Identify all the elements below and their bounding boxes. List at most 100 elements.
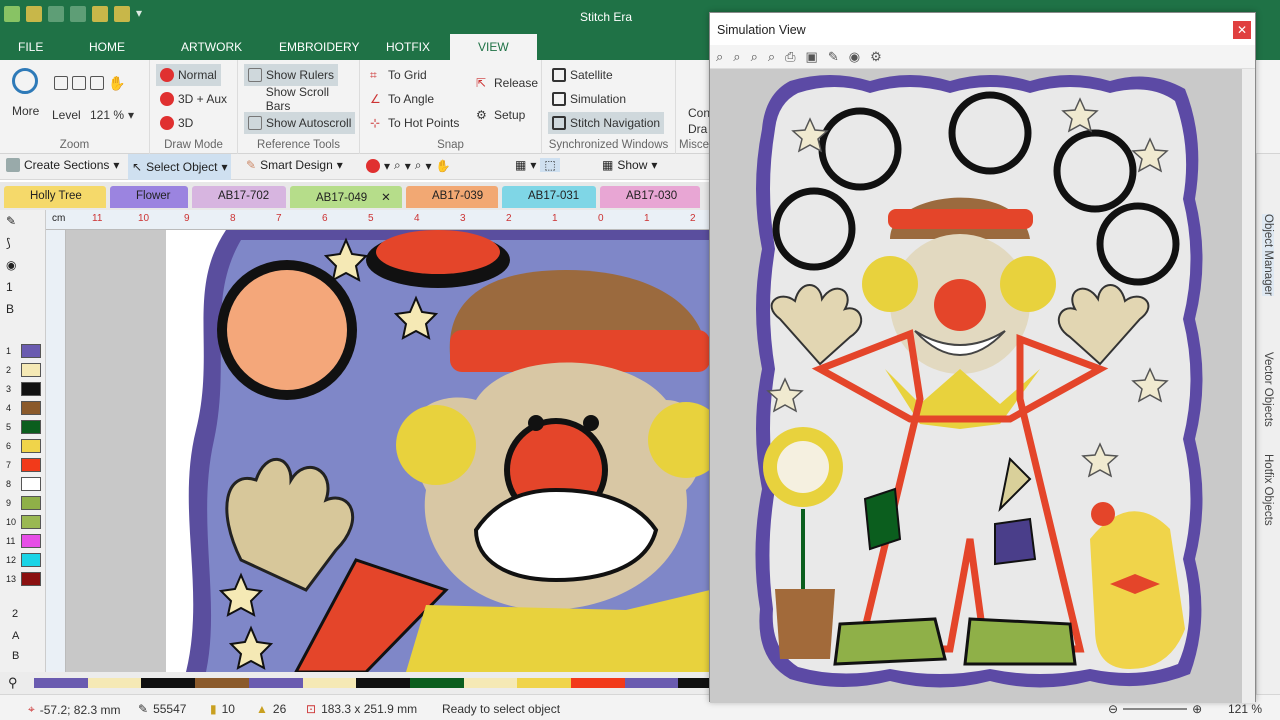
settings-icon[interactable]: ⚙ — [870, 49, 882, 65]
palette-color[interactable] — [21, 382, 41, 396]
zoom-slider-track[interactable] — [1123, 708, 1188, 710]
dropper-icon[interactable]: ⟆ — [6, 236, 11, 250]
print-icon[interactable]: ⎙ — [785, 49, 795, 65]
export-icon[interactable]: ▣ — [806, 49, 818, 65]
aux-mode-button[interactable]: 3D + Aux — [156, 88, 231, 110]
flash-icon[interactable] — [114, 6, 130, 22]
palette-swatch[interactable]: 13 — [6, 572, 41, 586]
show-button[interactable]: ▦ Show ▾ — [602, 158, 657, 172]
zoom-in-icon[interactable]: ⌕ — [716, 49, 723, 65]
simulation-scrollbar[interactable] — [1242, 69, 1255, 703]
person-icon[interactable]: ⚲ — [8, 675, 18, 691]
color-strip-segment[interactable] — [87, 678, 142, 688]
search-icon[interactable]: ⌕ — [394, 158, 401, 173]
smart-design-button[interactable]: ✎ Smart Design ▾ — [246, 158, 343, 172]
zoom-level-select[interactable]: 121 % ▾ — [86, 104, 138, 126]
simulation-canvas[interactable] — [710, 69, 1243, 703]
zoom-in-icon[interactable]: ⊕ — [1192, 702, 1202, 716]
document-tab[interactable]: Holly Tree — [4, 186, 106, 208]
layer-b-label[interactable]: B — [12, 650, 19, 662]
color-strip-segment[interactable] — [463, 678, 518, 688]
hand-icon[interactable]: ✋ — [108, 75, 125, 92]
vector-objects-tab[interactable]: Vector Objects — [1262, 352, 1274, 427]
frame-icon[interactable]: ⬚ — [540, 158, 560, 172]
palette-swatch[interactable]: 9 — [6, 496, 41, 510]
palette-color[interactable] — [21, 515, 41, 529]
grid-toggle-icons[interactable]: ▦ ▾ ⬚ — [515, 158, 560, 172]
tab-embroidery[interactable]: EMBROIDERY — [279, 40, 359, 54]
zoom-window-icon[interactable]: ⌕ — [415, 158, 422, 173]
zoom-window-icon[interactable]: ⌕ — [768, 49, 775, 65]
undo-icon[interactable] — [48, 6, 64, 22]
layer-a-label[interactable]: A — [12, 630, 19, 642]
pen-icon[interactable]: ✎ — [828, 49, 839, 65]
3d-mode-button[interactable]: 3D — [156, 112, 197, 134]
palette-color[interactable] — [21, 439, 41, 453]
palette-color[interactable] — [21, 496, 41, 510]
zoom-out-icon[interactable]: ⌕ — [733, 49, 740, 65]
color-strip-segment[interactable] — [302, 678, 357, 688]
tab-view[interactable]: VIEW — [450, 34, 537, 60]
open-icon[interactable] — [92, 6, 108, 22]
color-strip-segment[interactable] — [141, 678, 196, 688]
palette-count[interactable]: 2 — [12, 608, 18, 620]
snap-to-angle-button[interactable]: ∠ To Angle — [366, 88, 438, 110]
close-icon[interactable]: ✕ — [381, 192, 391, 204]
palette-swatch[interactable]: 11 — [6, 534, 41, 548]
palette-swatch[interactable]: 12 — [6, 553, 41, 567]
zoom-slider[interactable]: ⊖ ⊕ — [1108, 702, 1202, 716]
color-strip-segment[interactable] — [517, 678, 572, 688]
zoom-out-icon[interactable]: ⊖ — [1108, 702, 1118, 716]
palette-color[interactable] — [21, 458, 41, 472]
layer-b-icon[interactable]: B — [6, 302, 14, 316]
snap-to-grid-button[interactable]: ⌗ To Grid — [366, 64, 431, 86]
palette-icon[interactable]: ◉ — [6, 258, 16, 272]
zoom-more-button[interactable]: More — [8, 100, 43, 122]
palette-swatch[interactable]: 3 — [6, 382, 41, 396]
palette-swatch[interactable]: 10 — [6, 515, 41, 529]
color-strip-segment[interactable] — [356, 678, 410, 688]
color-strip-segment[interactable] — [195, 678, 249, 688]
misc-label-2[interactable]: Dra — [684, 118, 711, 140]
palette-color[interactable] — [21, 401, 41, 415]
grid-icon[interactable]: ▦ — [515, 158, 526, 172]
zoom-icon[interactable] — [12, 68, 38, 94]
document-tab[interactable]: AB17-049 ✕ — [290, 186, 402, 208]
document-tab[interactable]: Flower — [110, 186, 188, 208]
zoom-tool-icons[interactable]: ✋ — [50, 72, 129, 94]
palette-color[interactable] — [21, 420, 41, 434]
close-icon[interactable]: ✕ — [1233, 21, 1251, 39]
canvas-artwork[interactable] — [66, 230, 710, 672]
tab-hotfix[interactable]: HOTFIX — [386, 40, 430, 54]
simulation-window[interactable]: Simulation View ✕ ⌕ ⌕ ⌕ ⌕ ⎙ ▣ ✎ ◉ ⚙ — [709, 12, 1256, 703]
redo-icon[interactable] — [70, 6, 86, 22]
design-canvas[interactable] — [66, 230, 710, 672]
tab-artwork[interactable]: ARTWORK — [181, 40, 242, 54]
save-icon[interactable] — [26, 6, 42, 22]
color-strip-segment[interactable] — [409, 678, 464, 688]
palette-color[interactable] — [21, 344, 41, 358]
zoom-fit-icon[interactable]: ⌕ — [751, 49, 758, 65]
object-manager-tab[interactable]: Object Manager — [1262, 214, 1274, 296]
snap-to-hot-points-button[interactable]: ⊹ To Hot Points — [366, 112, 463, 134]
show-autoscroll-button[interactable]: Show Autoscroll — [244, 112, 356, 134]
document-tab[interactable]: AB17-039 — [406, 186, 498, 208]
toolbar-tool-icons[interactable]: ▾ ⌕ ▾ ⌕ ▾ ✋ — [366, 158, 451, 173]
tab-file[interactable]: FILE — [18, 40, 43, 54]
snap-setup-button[interactable]: ⚙ Setup — [472, 104, 529, 126]
color-strip-segment[interactable] — [624, 678, 679, 688]
simulation-button[interactable]: Simulation — [548, 88, 630, 110]
palette-swatch[interactable]: 5 — [6, 420, 41, 434]
palette-swatch[interactable]: 6 — [6, 439, 41, 453]
color-strip-segment[interactable] — [34, 678, 88, 688]
hotfix-objects-tab[interactable]: Hotfix Objects — [1262, 454, 1274, 526]
palette-color[interactable] — [21, 553, 41, 567]
palette-icon[interactable]: ◉ — [849, 49, 860, 65]
color-strip-segment[interactable] — [571, 678, 625, 688]
dropdown-icon[interactable]: ▾ — [136, 6, 146, 22]
palette-swatch[interactable]: 2 — [6, 363, 41, 377]
document-tab[interactable]: AB17-702 — [192, 186, 286, 208]
document-tab[interactable]: AB17-030 — [600, 186, 700, 208]
show-scroll-bars-button[interactable]: Show Scroll Bars — [244, 85, 359, 113]
palette-color[interactable] — [21, 477, 41, 491]
